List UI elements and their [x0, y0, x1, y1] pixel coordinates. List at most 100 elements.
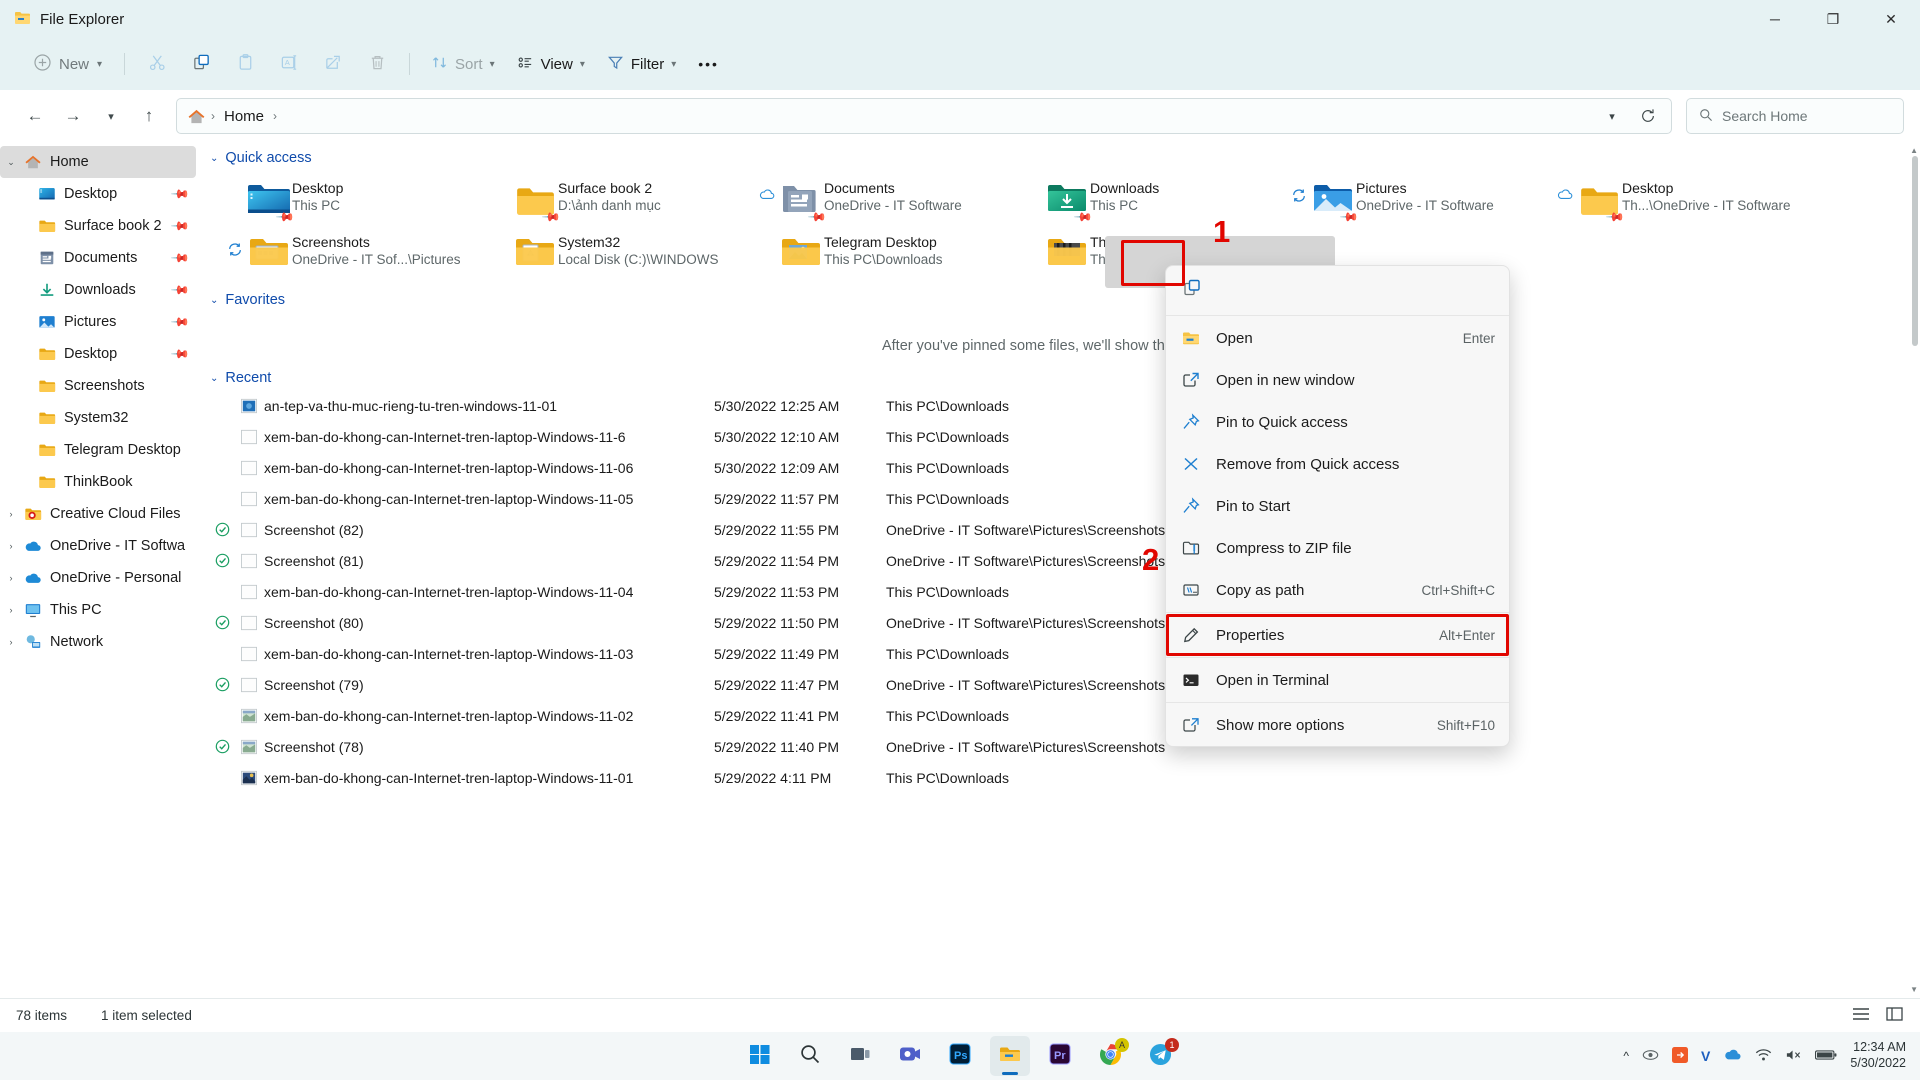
quick-access-item[interactable]: Downloads This PC 📌 [1018, 170, 1284, 227]
vertical-scrollbar[interactable]: ▲ ▼ [1908, 142, 1920, 998]
quick-access-header[interactable]: ⌄ Quick access [196, 142, 1908, 170]
scroll-down-arrow[interactable]: ▼ [1910, 985, 1918, 994]
orange-app-icon[interactable] [1672, 1046, 1689, 1066]
close-button[interactable]: ✕ [1862, 0, 1920, 38]
more-options-button[interactable]: ••• [687, 46, 730, 82]
address-dropdown-button[interactable]: ▾ [1595, 101, 1629, 131]
photoshop-button[interactable]: Ps [940, 1036, 980, 1076]
navigation-pane[interactable]: ⌄ Home Desktop 📌 Surface book 2 📌 Documents 📌 Do… [0, 142, 196, 998]
scrollbar-thumb[interactable] [1912, 156, 1918, 346]
chevron-down-icon[interactable]: ⌄ [210, 295, 218, 306]
teams-button[interactable] [890, 1036, 930, 1076]
sidebar-item-telegram-desktop[interactable]: Telegram Desktop [0, 434, 196, 466]
context-menu-item-copy-as-path[interactable]: Copy as path Ctrl+Shift+C [1166, 569, 1509, 611]
wifi-icon[interactable] [1755, 1048, 1772, 1065]
start-button[interactable] [740, 1036, 780, 1076]
copy-icon[interactable] [1182, 278, 1202, 302]
share-button[interactable] [311, 46, 355, 82]
onedrive-icon[interactable] [1723, 1048, 1742, 1064]
recent-row[interactable]: an-tep-va-thu-muc-rieng-tu-tren-windows-… [210, 390, 1908, 421]
rename-button[interactable]: A [267, 46, 311, 82]
quick-access-item[interactable]: System32 Local Disk (C:)\WINDOWS [486, 224, 752, 278]
forward-button[interactable]: → [54, 99, 92, 133]
sidebar-item-onedrive-personal[interactable]: › OneDrive - Personal [0, 562, 196, 594]
file-explorer-button[interactable] [990, 1036, 1030, 1076]
grid-view-icon[interactable] [1886, 1006, 1904, 1025]
sidebar-item-downloads[interactable]: Downloads 📌 [0, 274, 196, 306]
sidebar-item-thinkbook[interactable]: ThinkBook [0, 466, 196, 498]
quick-access-item[interactable]: Documents OneDrive - IT Software 📌 [752, 170, 1018, 227]
sidebar-item-documents[interactable]: Documents 📌 [0, 242, 196, 274]
maximize-button[interactable]: ❐ [1804, 0, 1862, 38]
refresh-button[interactable] [1631, 101, 1665, 131]
chevron-down-icon[interactable]: ⌄ [210, 153, 218, 164]
sidebar-item-this-pc[interactable]: › This PC [0, 594, 196, 626]
paste-button[interactable] [223, 46, 267, 82]
sidebar-item-system32[interactable]: System32 [0, 402, 196, 434]
copy-button[interactable] [179, 46, 223, 82]
context-menu-item-pin-to-quick-access[interactable]: Pin to Quick access [1166, 401, 1509, 443]
battery-icon[interactable] [1815, 1049, 1837, 1064]
telegram-button[interactable]: 1 [1140, 1036, 1180, 1076]
clock[interactable]: 12:34 AM 5/30/2022 [1850, 1040, 1906, 1071]
breadcrumb-item-home[interactable]: Home [220, 108, 268, 125]
quick-access-item[interactable]: Desktop Th...\OneDrive - IT Software 📌 [1550, 170, 1816, 227]
context-menu-item-show-more-options[interactable]: Show more options Shift+F10 [1166, 704, 1509, 746]
quick-access-item[interactable]: Screenshots OneDrive - IT Sof...\Pictures [220, 224, 486, 278]
search-input[interactable]: Search Home [1686, 98, 1904, 134]
recent-row[interactable]: xem-ban-do-khong-can-Internet-tren-lapto… [210, 762, 1908, 793]
recent-row[interactable]: Screenshot (78) 5/29/2022 11:40 PM OneDriv… [210, 731, 1908, 762]
quick-access-item[interactable]: Surface book 2 D:\ảnh danh mục 📌 [486, 170, 752, 227]
scroll-up-arrow[interactable]: ▲ [1910, 146, 1918, 155]
v-app-icon[interactable]: V [1701, 1048, 1710, 1064]
expander-chevron-icon[interactable]: › [0, 605, 22, 615]
premiere-button[interactable]: Pr [1040, 1036, 1080, 1076]
context-menu-item-pin-to-start[interactable]: Pin to Start [1166, 485, 1509, 527]
sidebar-item-desktop[interactable]: Desktop 📌 [0, 178, 196, 210]
sidebar-item-pictures[interactable]: Pictures 📌 [0, 306, 196, 338]
recent-row[interactable]: xem-ban-do-khong-can-Internet-tren-lapto… [210, 576, 1908, 607]
eye-icon[interactable] [1642, 1048, 1659, 1065]
recent-header[interactable]: ⌄ Recent [196, 364, 1908, 390]
context-menu-item-open-in-new-window[interactable]: Open in new window [1166, 359, 1509, 401]
list-view-icon[interactable] [1852, 1006, 1870, 1025]
context-menu-item-open[interactable]: Open Enter [1166, 317, 1509, 359]
sidebar-item-surface-book-2[interactable]: Surface book 2 📌 [0, 210, 196, 242]
context-menu-item-remove-from-quick-access[interactable]: Remove from Quick access [1166, 443, 1509, 485]
expander-chevron-icon[interactable]: › [0, 509, 22, 519]
view-button[interactable]: View ▾ [506, 46, 596, 82]
minimize-button[interactable]: ─ [1746, 0, 1804, 38]
recent-row[interactable]: xem-ban-do-khong-can-Internet-tren-lapto… [210, 638, 1908, 669]
search-button[interactable] [790, 1036, 830, 1076]
quick-access-item[interactable]: Pictures OneDrive - IT Software 📌 [1284, 170, 1550, 227]
task-view-button[interactable] [840, 1036, 880, 1076]
expander-chevron-icon[interactable]: ⌄ [0, 157, 22, 168]
quick-access-item[interactable]: Telegram Desktop This PC\Downloads [752, 224, 1018, 278]
expander-chevron-icon[interactable]: › [0, 573, 22, 583]
sidebar-item-network[interactable]: › Network [0, 626, 196, 658]
volume-icon[interactable] [1785, 1048, 1802, 1065]
recent-row[interactable]: Screenshot (81) 5/29/2022 11:54 PM OneDriv… [210, 545, 1908, 576]
recent-row[interactable]: xem-ban-do-khong-can-Internet-tren-lapto… [210, 483, 1908, 514]
favorites-header[interactable]: ⌄ Favorites [196, 278, 1908, 312]
expander-chevron-icon[interactable]: › [0, 541, 22, 551]
context-menu-item-properties[interactable]: Properties Alt+Enter [1166, 614, 1509, 656]
recent-row[interactable]: xem-ban-do-khong-can-Internet-tren-lapto… [210, 452, 1908, 483]
quick-access-item[interactable]: Desktop This PC 📌 [220, 170, 486, 227]
sidebar-item-onedrive-it-softwa[interactable]: › OneDrive - IT Softwa [0, 530, 196, 562]
context-menu[interactable]: Open Enter Open in new window Pin to Quick … [1165, 265, 1510, 747]
recent-locations-button[interactable]: ▾ [92, 99, 130, 133]
recent-row[interactable]: Screenshot (79) 5/29/2022 11:47 PM OneDriv… [210, 669, 1908, 700]
chrome-button[interactable]: A [1090, 1036, 1130, 1076]
sort-button[interactable]: Sort ▾ [420, 46, 506, 82]
recent-row[interactable]: xem-ban-do-khong-can-Internet-tren-lapto… [210, 700, 1908, 731]
recent-row[interactable]: xem-ban-do-khong-can-Internet-tren-lapto… [210, 421, 1908, 452]
up-button[interactable]: ↑ [130, 99, 168, 133]
sidebar-item-home[interactable]: ⌄ Home [0, 146, 196, 178]
delete-button[interactable] [355, 46, 399, 82]
new-button[interactable]: New ▾ [22, 47, 114, 81]
sidebar-item-creative-cloud-files[interactable]: › Creative Cloud Files [0, 498, 196, 530]
address-bar[interactable]: › Home › ▾ [176, 98, 1672, 134]
breadcrumb-separator[interactable]: › [273, 109, 277, 123]
expander-chevron-icon[interactable]: › [0, 637, 22, 647]
